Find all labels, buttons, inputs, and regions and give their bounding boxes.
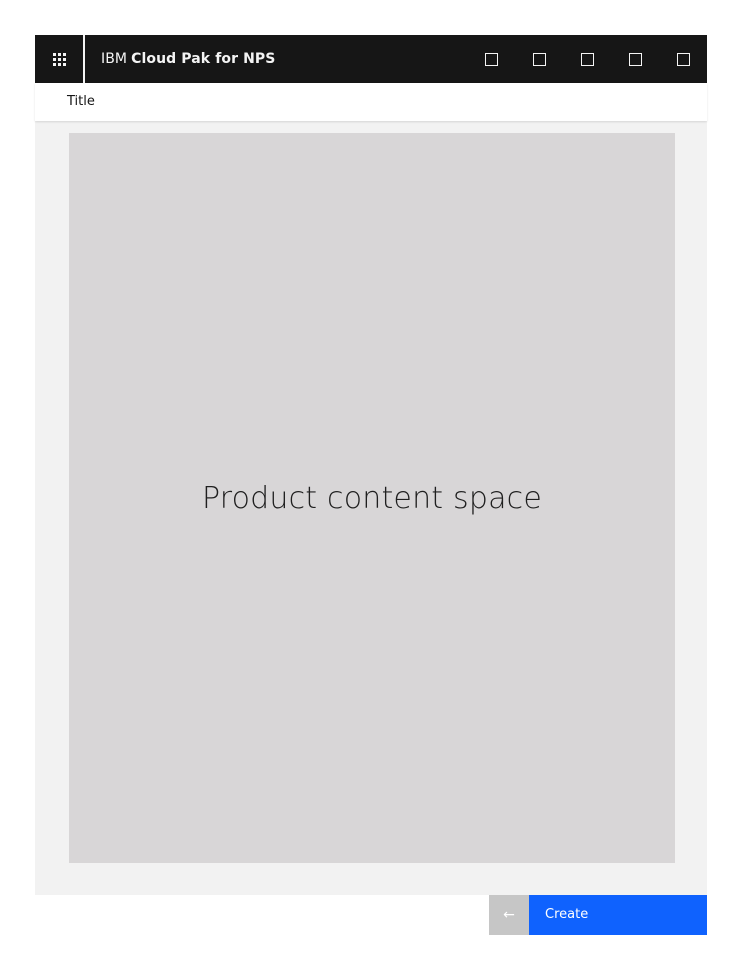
header-action-2[interactable] xyxy=(515,35,563,83)
app-frame: IBM Cloud Pak for NPS Title Product conte… xyxy=(35,35,707,935)
product-name-label: Cloud Pak for NPS xyxy=(131,51,276,67)
square-icon xyxy=(676,52,690,66)
header-action-3[interactable] xyxy=(563,35,611,83)
header-action-4[interactable] xyxy=(611,35,659,83)
product-name[interactable]: IBM Cloud Pak for NPS xyxy=(101,35,275,83)
header-action-5[interactable] xyxy=(659,35,707,83)
create-button[interactable]: Create xyxy=(529,895,707,935)
square-icon xyxy=(580,52,594,66)
app-switcher-grid-icon xyxy=(52,52,66,66)
square-icon xyxy=(628,52,642,66)
app-switcher-button[interactable] xyxy=(35,35,83,83)
page-title: Title xyxy=(67,94,95,109)
content-placeholder-label: Product content space xyxy=(201,480,543,516)
global-header: IBM Cloud Pak for NPS xyxy=(35,35,707,83)
brand-prefix: IBM xyxy=(101,51,128,67)
product-content-space: Product content space xyxy=(69,133,675,863)
square-icon xyxy=(532,52,546,66)
footer-actions: ← Create xyxy=(35,895,707,935)
page-titlebar: Title xyxy=(35,83,707,121)
header-actions xyxy=(467,35,707,83)
square-icon xyxy=(484,52,498,66)
main-area: Product content space xyxy=(35,121,707,895)
header-action-1[interactable] xyxy=(467,35,515,83)
back-button[interactable]: ← xyxy=(489,895,529,935)
header-divider xyxy=(83,35,85,83)
arrow-left-icon: ← xyxy=(503,907,515,923)
